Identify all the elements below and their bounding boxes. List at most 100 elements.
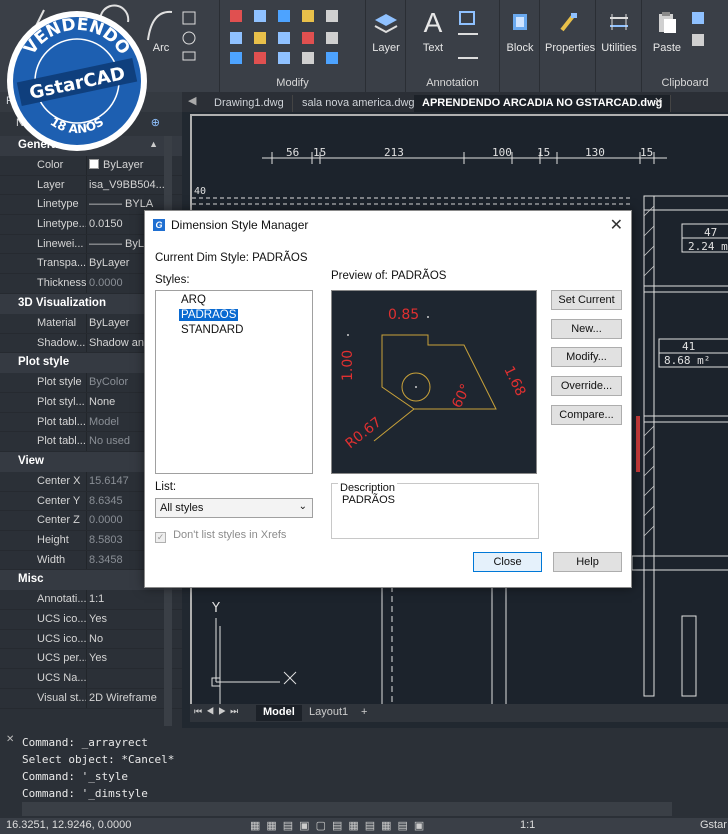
tab-drawing1[interactable]: Drawing1.dwg (206, 95, 293, 112)
layout-tabs: ⏮◀▶⏭ Model Layout1 + (190, 704, 728, 722)
layer-label: Layer (372, 42, 400, 54)
modify-group: Modify (220, 0, 366, 92)
tab-close-icon[interactable]: ✕ (654, 95, 663, 108)
command-line: Command: '_dimstyle (22, 787, 148, 800)
property-value-text: ByLayer (103, 159, 144, 171)
property-key: Layer (37, 178, 65, 191)
section-title: Misc (18, 573, 44, 586)
tab-aprendendo-arcadia[interactable]: APRENDENDO ARCADIA NO GSTARCAD.dwg (414, 95, 672, 112)
style-item-padraos[interactable]: PADRÃOS (179, 309, 239, 321)
description-value: PADRÃOS (342, 494, 395, 506)
dialog-close-icon[interactable]: ✕ (610, 215, 623, 235)
tab-add-layout[interactable]: + (354, 705, 374, 721)
new-button[interactable]: New... (551, 319, 622, 339)
svg-text:Y: Y (211, 601, 220, 616)
property-row[interactable]: Layer isa_V9BB504... (0, 175, 182, 196)
override-button[interactable]: Override... (551, 376, 622, 396)
xref-checkbox[interactable]: ✓ (155, 532, 166, 543)
gstar-app-icon: G (153, 219, 165, 231)
property-row[interactable]: UCS Na... (0, 669, 182, 689)
gstarcad-watermark-logo: VENDENDO 18 ANOS GstarCAD (4, 8, 150, 154)
preview-dim-radius: R0.67 (343, 414, 385, 452)
property-key: Plot style (37, 376, 82, 389)
compare-button[interactable]: Compare... (551, 405, 622, 425)
status-toggle-icons[interactable]: ▦▦▤▣▢▤▦▤▦▤▣ (250, 819, 430, 832)
layer-icon (374, 14, 398, 34)
paste-button[interactable]: Paste (644, 8, 690, 54)
property-row[interactable]: Annotati... 1:1 (0, 590, 182, 611)
app-name: Gstar (700, 819, 727, 831)
property-key: Center X (37, 474, 81, 487)
paste-label: Paste (652, 42, 682, 54)
property-key: Height (37, 534, 69, 546)
preview-dim-top: 0.85 (388, 307, 419, 323)
property-key: Center Y (37, 494, 81, 507)
properties-group: Properties (540, 0, 596, 92)
color-swatch (89, 159, 99, 169)
property-key: Visual st... (37, 691, 86, 704)
property-key: Shadow... (37, 336, 86, 349)
description-label: Description (338, 482, 398, 494)
style-item-arq[interactable]: ARQ (179, 294, 208, 306)
style-item-standard[interactable]: STANDARD (179, 324, 245, 336)
styles-list[interactable]: ARQ PADRÃOS STANDARD (155, 290, 313, 474)
clipboard-group-label[interactable]: Clipboard (642, 77, 728, 89)
quick-select-icon[interactable]: ⊕ (151, 116, 160, 129)
preview-label: Preview of: PADRÃOS (331, 270, 447, 282)
close-button[interactable]: Close (473, 552, 542, 572)
document-tabs: ◀ Drawing1.dwg sala nova america.dwg APR… (182, 92, 728, 112)
tab-sala-nova-america[interactable]: sala nova america.dwg (294, 95, 424, 112)
property-row[interactable]: UCS ico... Yes (0, 610, 182, 630)
property-key: Center Z (37, 514, 80, 527)
annotation-group-label[interactable]: Annotation (406, 77, 499, 89)
dialog-title: Dimension Style Manager (171, 218, 309, 232)
collapse-caret-icon[interactable]: ▲ (149, 139, 158, 149)
chevron-down-icon: ⌄ (298, 501, 307, 512)
preview-drawing: 0.85 1.00 1.68 60° R0.67 (340, 307, 528, 452)
tab-scroll-icon[interactable]: ◀ (188, 94, 196, 107)
clipboard-group: Paste Clipboard (642, 0, 728, 92)
paste-icon (659, 12, 676, 33)
property-key: UCS per... (37, 652, 86, 665)
text-button[interactable]: A Text (410, 8, 456, 55)
modify-group-label[interactable]: Modify (220, 77, 365, 89)
command-window: ✕ Command: _arrayrect Select object: *Ca… (0, 728, 728, 818)
property-row[interactable]: UCS per... Yes (0, 649, 182, 670)
preview-dim-left: 1.00 (340, 350, 356, 381)
styles-label: Styles: (155, 274, 190, 286)
property-key: Annotati... (37, 593, 86, 606)
tab-model[interactable]: Model (256, 705, 302, 721)
property-key: UCS ico... (37, 613, 86, 626)
command-close-icon[interactable]: ✕ (6, 734, 14, 745)
property-row[interactable]: Visual st... 2D Wireframe (0, 688, 182, 709)
list-filter-select[interactable]: All styles ⌄ (155, 498, 313, 518)
preview-dim-angle: 60° (449, 381, 474, 410)
property-row[interactable]: UCS ico... No (0, 629, 182, 650)
properties-button[interactable]: Properties (545, 8, 595, 54)
utilities-label: Utilities (601, 42, 637, 54)
layout-nav-icons[interactable]: ⏮◀▶⏭ (194, 706, 242, 717)
xref-checkbox-row: ✓ Don't list styles in Xrefs (155, 529, 286, 543)
ucs-icon: Y (211, 601, 297, 687)
block-button[interactable]: Block (497, 8, 543, 54)
block-icon (513, 14, 527, 30)
command-input[interactable] (22, 802, 672, 816)
utilities-button[interactable]: Utilities (596, 8, 642, 54)
property-key: UCS Na... (37, 672, 86, 685)
properties-brush-icon (560, 13, 577, 32)
tab-layout1[interactable]: Layout1 (302, 705, 355, 721)
modify-button[interactable]: Modify... (551, 347, 622, 367)
annotation-scale[interactable]: 1:1 (520, 819, 535, 831)
help-button[interactable]: Help (553, 552, 622, 572)
dim-text: 130 (585, 146, 605, 159)
layer-group: Layer (366, 0, 406, 92)
layer-button[interactable]: Layer (363, 8, 409, 54)
set-current-button[interactable]: Set Current (551, 290, 622, 310)
section-title: Plot style (18, 356, 70, 369)
utilities-group: Utilities (596, 0, 642, 92)
dim-text: 213 (384, 146, 404, 159)
property-key: Material (37, 316, 77, 329)
property-key: Linewei... (37, 237, 84, 250)
property-row[interactable]: Color ByLayer (0, 156, 182, 176)
section-title: View (18, 454, 44, 467)
